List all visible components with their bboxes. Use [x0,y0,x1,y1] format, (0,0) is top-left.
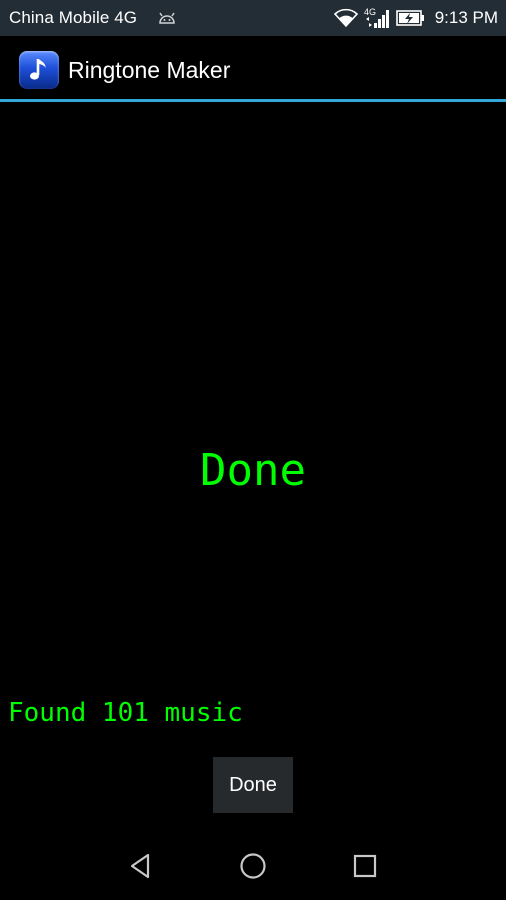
action-bar-divider [0,99,506,102]
done-button[interactable]: Done [213,757,293,813]
android-debug-icon [159,12,175,24]
navigation-bar [0,830,506,900]
carrier-name: China Mobile 4G [9,8,138,27]
cellular-signal-icon: 4G [364,7,389,28]
status-bar: China Mobile 4G 4G 9:13 PM [0,0,506,36]
battery-charging-icon [395,10,424,26]
done-heading: Done [200,445,306,496]
network-type-label: 4G [364,7,376,17]
app-icon[interactable] [19,51,59,89]
back-icon[interactable] [124,850,156,882]
action-bar: Ringtone Maker [0,36,506,100]
home-icon[interactable] [237,850,269,882]
status-icons: 4G 9:13 PM [328,0,498,36]
recents-icon[interactable] [349,850,381,882]
wifi-icon [333,8,358,28]
app-title: Ringtone Maker [68,57,231,83]
found-music-status: Found 101 music [8,698,243,728]
music-note-icon [30,59,46,80]
clock: 9:13 PM [434,8,498,27]
